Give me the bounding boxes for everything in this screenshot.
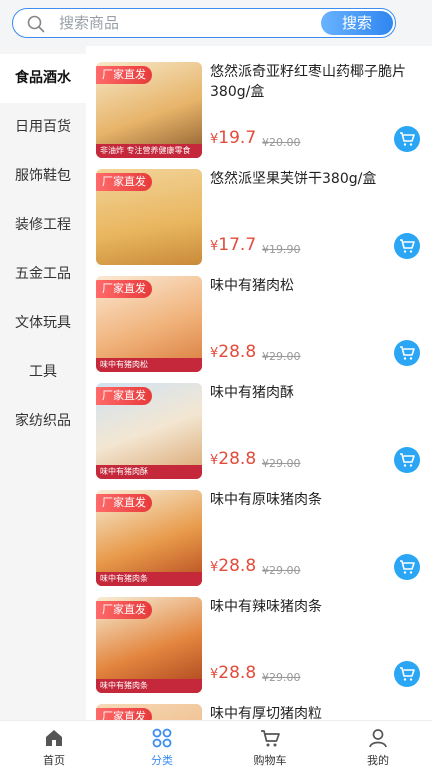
tab-label: 首页: [43, 754, 65, 767]
product-price: ¥17.7: [210, 235, 257, 255]
product-price: ¥19.7: [210, 128, 257, 148]
product-image[interactable]: 厂家直发: [96, 169, 202, 265]
product-title[interactable]: 味中有厚切猪肉粒: [210, 704, 420, 720]
product-original-price: ¥29.00: [262, 671, 301, 684]
user-icon: [369, 729, 387, 748]
search-bar: 搜索商品 搜索: [0, 0, 432, 46]
add-to-cart-button[interactable]: [394, 126, 420, 152]
product-card[interactable]: 厂家直发 味中有猪肉条 味中有辣味猪肉条 ¥28.8 ¥29.00: [86, 581, 432, 693]
sidebar-item-stationery[interactable]: 文体玩具: [0, 299, 86, 348]
product-price: ¥28.8: [210, 556, 257, 576]
cart-icon: [400, 560, 415, 574]
tab-mine[interactable]: 我的: [324, 721, 432, 768]
tab-home[interactable]: 首页: [0, 721, 108, 768]
sidebar-item-tools[interactable]: 工具: [0, 348, 86, 397]
product-price: ¥28.8: [210, 449, 257, 469]
category-sidebar: 食品酒水 日用百货 服饰鞋包 装修工程 五金工品 文体玩具 工具 家纺织品: [0, 46, 86, 720]
badge-factory-direct: 厂家直发: [96, 708, 152, 720]
product-original-price: ¥19.90: [262, 243, 301, 256]
badge-factory-direct: 厂家直发: [96, 173, 152, 191]
product-card[interactable]: 厂家直发 味中有厚切猪肉粒: [86, 688, 432, 720]
search-icon: [27, 15, 45, 33]
product-image[interactable]: 厂家直发 味中有猪肉条: [96, 597, 202, 693]
product-title[interactable]: 悠然派奇亚籽红枣山药椰子脆片380g/盒: [210, 62, 420, 102]
cart-icon: [400, 667, 415, 681]
badge-factory-direct: 厂家直发: [96, 494, 152, 512]
sidebar-item-apparel[interactable]: 服饰鞋包: [0, 152, 86, 201]
search-box[interactable]: 搜索商品 搜索: [12, 8, 396, 38]
tab-cart[interactable]: 购物车: [216, 721, 324, 768]
product-price: ¥28.8: [210, 342, 257, 362]
badge-factory-direct: 厂家直发: [96, 601, 152, 619]
product-image[interactable]: 厂家直发 味中有猪肉酥: [96, 383, 202, 479]
product-title[interactable]: 悠然派坚果芙饼干380g/盒: [210, 169, 420, 189]
product-image[interactable]: 厂家直发 味中有猪肉松: [96, 276, 202, 372]
cart-icon: [400, 453, 415, 467]
cart-icon: [400, 346, 415, 360]
tab-label: 购物车: [253, 754, 287, 767]
product-card[interactable]: 厂家直发 非油炸 专注营养健康零食 悠然派奇亚籽红枣山药椰子脆片380g/盒 ¥…: [86, 46, 432, 158]
product-image[interactable]: 厂家直发 非油炸 专注营养健康零食: [96, 62, 202, 158]
sidebar-item-renovation[interactable]: 装修工程: [0, 201, 86, 250]
tab-label: 我的: [367, 754, 389, 767]
sidebar-item-food[interactable]: 食品酒水: [0, 54, 86, 103]
product-card[interactable]: 厂家直发 悠然派坚果芙饼干380g/盒 ¥17.7 ¥19.90: [86, 153, 432, 265]
category-icon: [152, 728, 172, 748]
product-original-price: ¥20.00: [262, 136, 301, 149]
add-to-cart-button[interactable]: [394, 554, 420, 580]
badge-factory-direct: 厂家直发: [96, 387, 152, 405]
add-to-cart-button[interactable]: [394, 661, 420, 687]
product-original-price: ¥29.00: [262, 564, 301, 577]
product-original-price: ¥29.00: [262, 350, 301, 363]
add-to-cart-button[interactable]: [394, 233, 420, 259]
tab-label: 分类: [151, 754, 173, 767]
badge-factory-direct: 厂家直发: [96, 280, 152, 298]
product-title[interactable]: 味中有猪肉酥: [210, 383, 420, 403]
tab-category[interactable]: 分类: [108, 721, 216, 768]
product-title[interactable]: 味中有猪肉松: [210, 276, 420, 296]
sidebar-item-daily[interactable]: 日用百货: [0, 103, 86, 152]
product-card[interactable]: 厂家直发 味中有猪肉松 味中有猪肉松 ¥28.8 ¥29.00: [86, 260, 432, 372]
search-button[interactable]: 搜索: [321, 11, 393, 35]
home-icon: [46, 730, 62, 746]
product-price: ¥28.8: [210, 663, 257, 683]
product-card[interactable]: 厂家直发 味中有猪肉条 味中有原味猪肉条 ¥28.8 ¥29.00: [86, 474, 432, 586]
badge-factory-direct: 厂家直发: [96, 66, 152, 84]
add-to-cart-button[interactable]: [394, 340, 420, 366]
sidebar-item-textiles[interactable]: 家纺织品: [0, 397, 86, 446]
cart-icon: [400, 132, 415, 146]
sidebar-item-hardware[interactable]: 五金工品: [0, 250, 86, 299]
product-title[interactable]: 味中有原味猪肉条: [210, 490, 420, 510]
product-title[interactable]: 味中有辣味猪肉条: [210, 597, 420, 617]
product-card[interactable]: 厂家直发 味中有猪肉酥 味中有猪肉酥 ¥28.8 ¥29.00: [86, 367, 432, 479]
search-input[interactable]: 搜索商品: [59, 13, 119, 33]
cart-icon: [261, 730, 280, 747]
product-image[interactable]: 厂家直发 味中有猪肉条: [96, 490, 202, 586]
product-original-price: ¥29.00: [262, 457, 301, 470]
add-to-cart-button[interactable]: [394, 447, 420, 473]
cart-icon: [400, 239, 415, 253]
product-image[interactable]: 厂家直发: [96, 704, 202, 720]
bottom-tab-bar: 首页 分类 购物车 我的: [0, 720, 432, 768]
product-list: 厂家直发 非油炸 专注营养健康零食 悠然派奇亚籽红枣山药椰子脆片380g/盒 ¥…: [86, 46, 432, 720]
